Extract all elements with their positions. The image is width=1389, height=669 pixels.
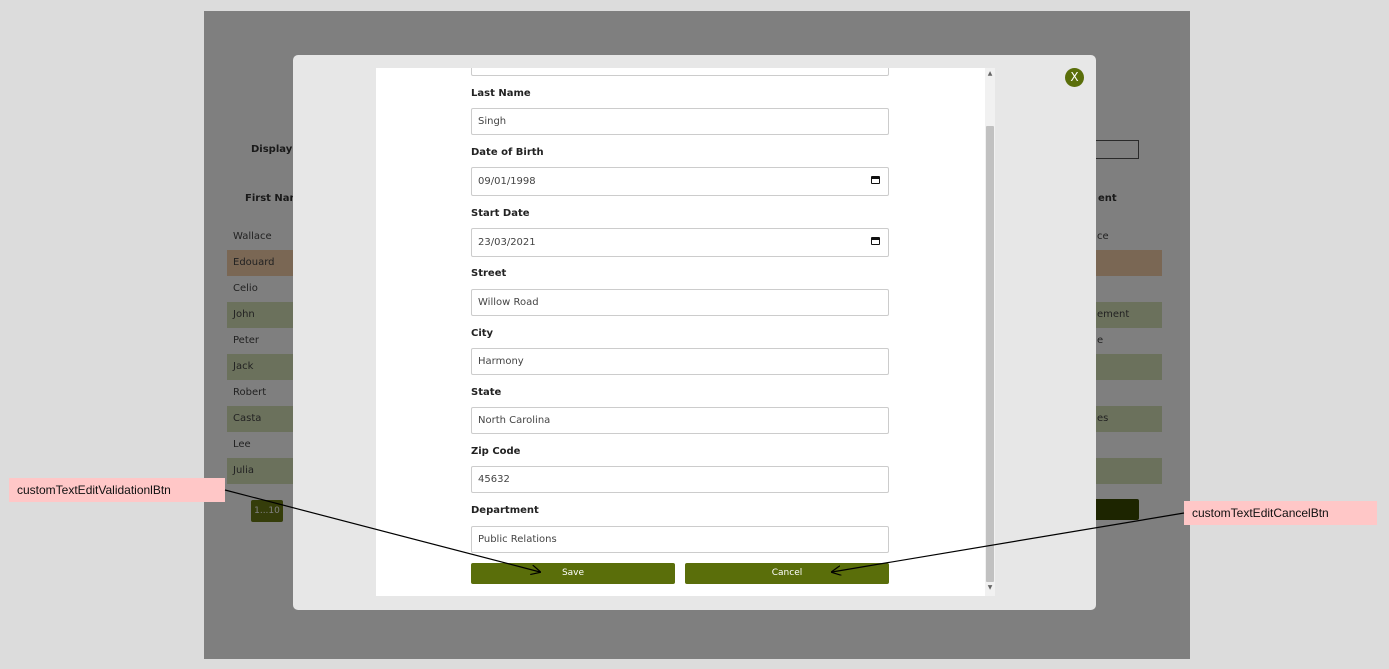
scroll-down-icon[interactable]: ▼ — [985, 584, 995, 594]
field-label: Last Name — [471, 88, 531, 99]
field-label: City — [471, 328, 494, 339]
calendar-icon[interactable] — [871, 237, 880, 245]
field-label: Zip Code — [471, 446, 521, 457]
scroll-up-icon[interactable]: ▲ — [985, 70, 995, 80]
date-of-birth-input[interactable]: 09/01/1998 — [471, 167, 889, 196]
edit-modal: X Last Name Singh Date of Birth 09/01/19… — [293, 55, 1096, 610]
annotation-left: customTextEditValidationlBtn — [9, 478, 225, 502]
annotation-right: customTextEditCancelBtn — [1184, 501, 1377, 525]
start-date-value: 23/03/2021 — [478, 237, 536, 248]
zip-code-input[interactable]: 45632 — [471, 466, 889, 493]
field-label: Street — [471, 268, 507, 279]
calendar-icon[interactable] — [871, 176, 880, 184]
field-label: Date of Birth — [471, 147, 544, 158]
start-date-input[interactable]: 23/03/2021 — [471, 228, 889, 257]
close-button[interactable]: X — [1065, 68, 1084, 87]
field-label: State — [471, 387, 502, 398]
field-label: Department — [471, 505, 539, 516]
save-button[interactable]: Save — [471, 563, 675, 584]
city-input[interactable]: Harmony — [471, 348, 889, 375]
date-of-birth-value: 09/01/1998 — [478, 176, 536, 187]
field-label: Start Date — [471, 208, 530, 219]
state-input[interactable]: North Carolina — [471, 407, 889, 434]
scroll-thumb[interactable] — [986, 126, 994, 582]
street-input[interactable]: Willow Road — [471, 289, 889, 316]
last-name-input[interactable]: Singh — [471, 108, 889, 135]
department-input[interactable]: Public Relations — [471, 526, 889, 553]
scrollbar[interactable]: ▲ ▼ — [985, 68, 995, 596]
edit-form: Last Name Singh Date of Birth 09/01/1998… — [376, 68, 995, 596]
cancel-button[interactable]: Cancel — [685, 563, 889, 584]
first-name-input[interactable] — [471, 68, 889, 76]
